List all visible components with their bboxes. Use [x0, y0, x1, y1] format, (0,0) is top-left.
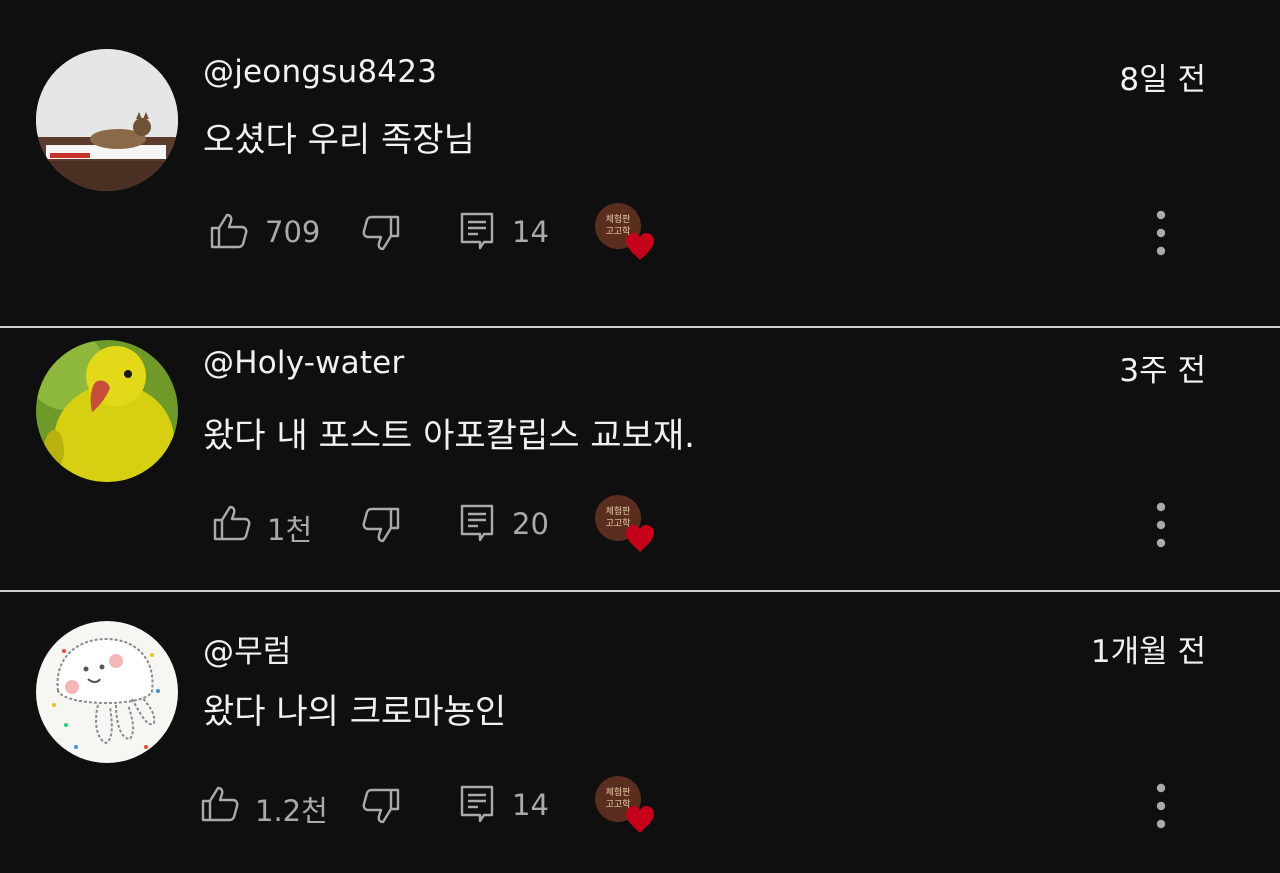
reply-icon[interactable]	[460, 212, 494, 250]
reply-count: 14	[512, 788, 549, 822]
avatar[interactable]	[36, 49, 178, 191]
dislike-icon[interactable]	[362, 214, 400, 252]
reply-icon[interactable]	[460, 785, 494, 823]
reply-count: 14	[512, 215, 549, 249]
comment-author[interactable]: @무럼	[203, 626, 292, 671]
comment-author[interactable]: @Holy-water	[203, 345, 404, 381]
creator-heart-icon: 체험판 고고학	[595, 776, 654, 833]
cat-photo-avatar	[36, 49, 178, 191]
comment-actions: 1천 20 체험판 고고학	[0, 494, 1280, 554]
more-options-icon[interactable]	[1151, 208, 1171, 258]
comment-text: 오셨다 우리 족장님	[203, 120, 475, 160]
reply-count: 20	[512, 507, 549, 541]
like-icon[interactable]	[213, 504, 251, 542]
svg-text:체험판: 체험판	[606, 214, 631, 225]
like-count: 709	[265, 215, 321, 249]
like-icon[interactable]	[201, 785, 239, 823]
creator-heart-icon: 체험판 고고학	[595, 495, 654, 552]
comment-text: 왔다 내 포스트 아포칼립스 교보재.	[203, 416, 695, 456]
comment-text: 왔다 나의 크로마뇽인	[203, 692, 507, 732]
comment-timestamp: 8일 전	[1119, 62, 1206, 98]
comment-actions: 709 14 체험판 고고학	[0, 202, 1280, 262]
svg-text:고고학: 고고학	[606, 518, 631, 529]
comment-thread: @Holy-water 3주 전 왔다 내 포스트 아포칼립스 교보재. 1천 …	[0, 328, 1280, 590]
svg-text:체험판: 체험판	[606, 506, 631, 517]
comment-thread: @jeongsu8423 8일 전 오셨다 우리 족장님 709 14 체험판 …	[0, 0, 1280, 326]
reply-icon[interactable]	[460, 504, 494, 542]
avatar[interactable]	[36, 621, 178, 763]
svg-text:고고학: 고고학	[606, 799, 631, 810]
svg-text:체험판: 체험판	[606, 787, 631, 798]
more-options-icon[interactable]	[1151, 781, 1171, 831]
dislike-icon[interactable]	[362, 506, 400, 544]
like-count: 1천	[267, 513, 313, 547]
comment-timestamp: 1개월 전	[1090, 634, 1206, 670]
dislike-icon[interactable]	[362, 787, 400, 825]
comment-timestamp: 3주 전	[1119, 353, 1206, 389]
creator-heart-icon: 체험판 고고학	[595, 203, 654, 260]
comment-author[interactable]: @jeongsu8423	[203, 54, 437, 90]
svg-text:고고학: 고고학	[606, 226, 631, 237]
comment-actions: 1.2천 14 체험판 고고학	[0, 775, 1280, 835]
like-count: 1.2천	[255, 794, 328, 828]
yellow-parakeet-avatar	[36, 340, 178, 482]
comment-thread: @무럼 1개월 전 왔다 나의 크로마뇽인 1.2천 14 체험판 고고학	[0, 592, 1280, 873]
like-icon[interactable]	[210, 212, 248, 250]
avatar[interactable]	[36, 340, 178, 482]
jellyfish-drawing-avatar	[36, 621, 178, 763]
more-options-icon[interactable]	[1151, 500, 1171, 550]
